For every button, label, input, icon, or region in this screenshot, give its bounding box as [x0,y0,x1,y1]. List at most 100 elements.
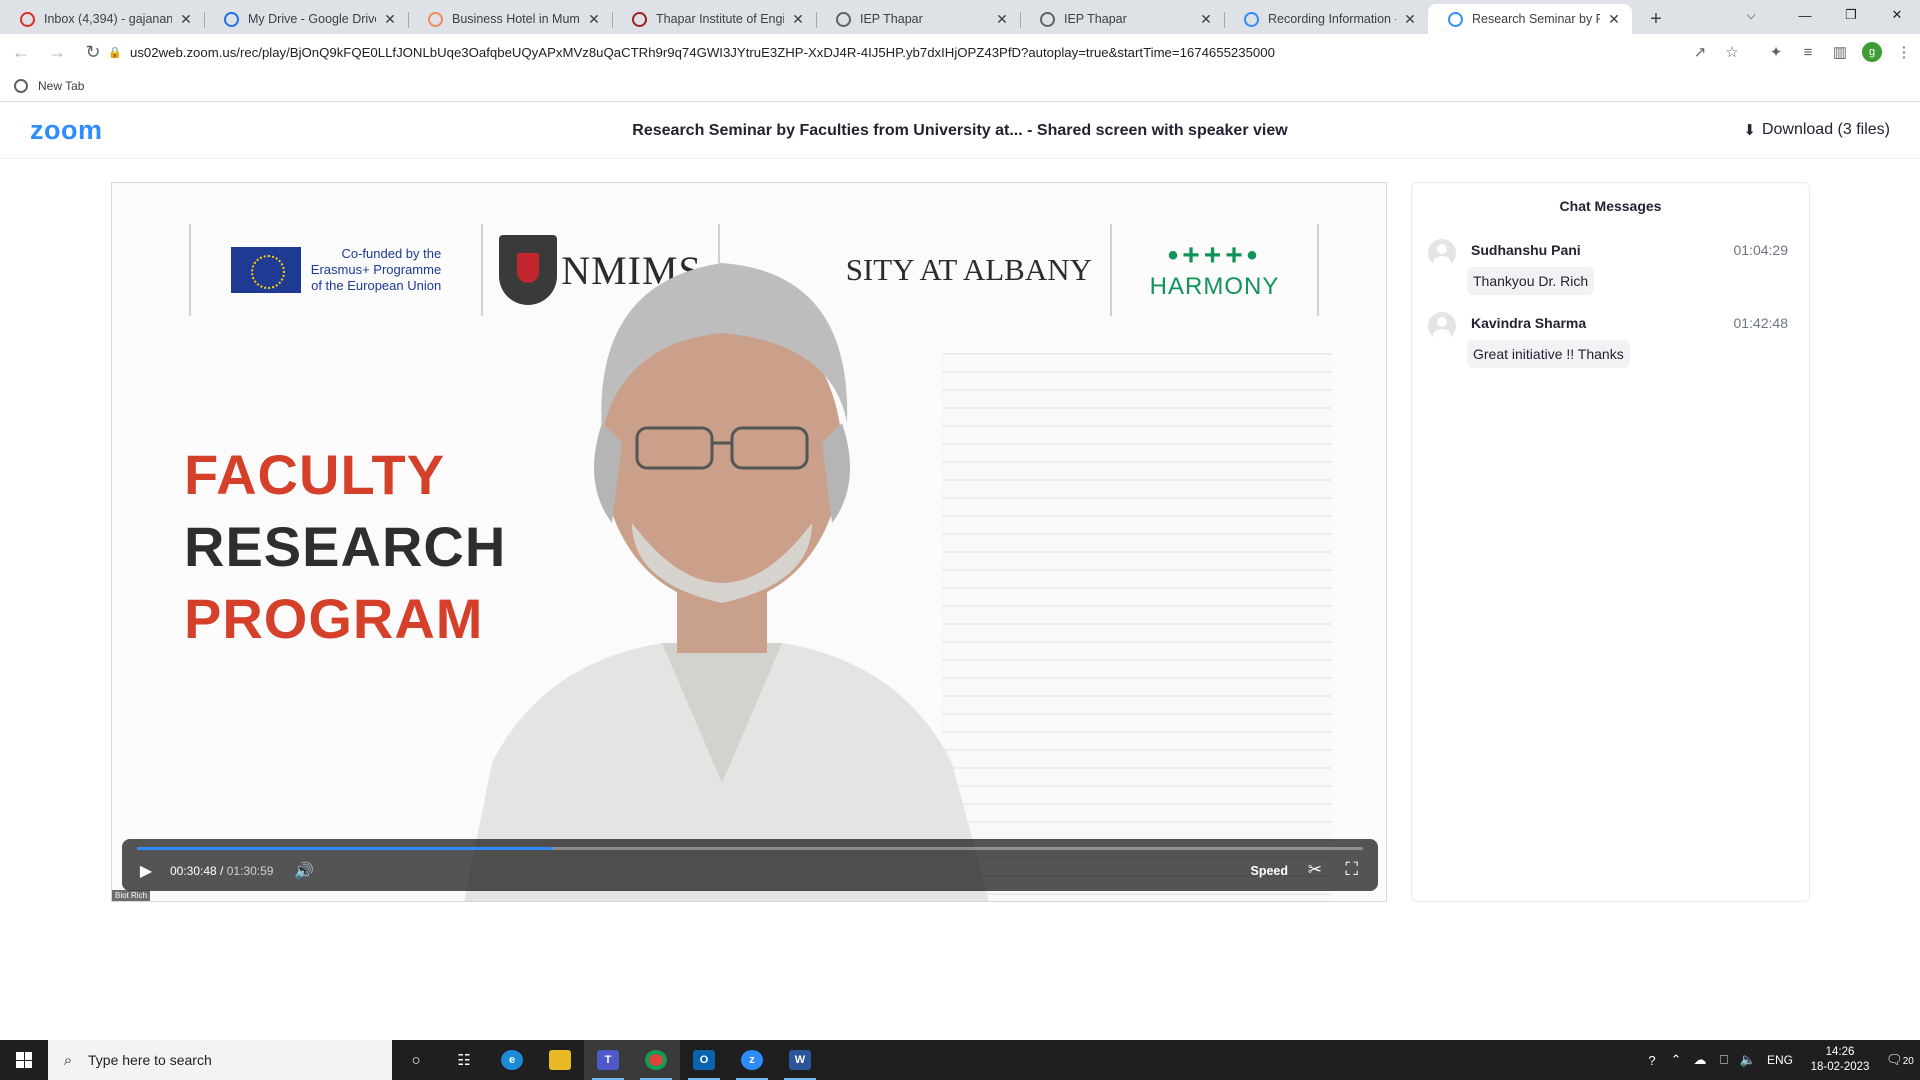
close-tab-icon[interactable]: ✕ [178,11,194,28]
outlook-icon[interactable]: O [680,1040,728,1080]
windows-logo-icon [16,1052,32,1068]
window-controls: — ❐ ✕ [1782,0,1920,30]
chat-title: Chat Messages [1559,198,1662,214]
avatar [1428,239,1456,267]
zoom-app-icon[interactable]: z [728,1040,776,1080]
globe-icon [836,11,851,27]
clock-date: 18-02-2023 [1810,1061,1870,1073]
extensions-puzzle-icon[interactable]: ✦ [1760,38,1792,66]
cortana-icon[interactable]: ○ [392,1040,440,1080]
profile-avatar[interactable]: g [1862,42,1882,62]
browser-tab[interactable]: Inbox (4,394) - gajanan.go ✕ [0,4,204,34]
download-label: Download (3 files) [1761,121,1890,138]
bookmarks-bar: New Tab [0,70,1920,102]
chat-time: 01:42:48 [1733,315,1789,331]
language-indicator[interactable]: ENG [1760,1053,1800,1067]
speaker-name-tag: Biot Rich [112,890,151,901]
tab-title: Research Seminar by Facult [1472,12,1600,26]
globe-icon [1040,11,1055,27]
progress-bar[interactable] [137,847,1363,850]
browser-tab[interactable]: Thapar Institute of Enginee ✕ [612,4,816,34]
start-button[interactable] [0,1040,48,1080]
scissors-icon[interactable]: ✂ [1308,860,1322,880]
browser-tab[interactable]: IEP Thapar ✕ [1020,4,1224,34]
chevron-up-icon[interactable]: ⌃ [1664,1052,1688,1068]
harmony-mark-icon: •+++• [1167,239,1262,272]
clock[interactable]: 14:26 18-02-2023 [1800,1045,1880,1075]
browser-toolbar: ← → ↻ 🔒 us02web.zoom.us/rec/play/BjOnQ9k… [0,34,1920,70]
minimize-icon[interactable]: — [1782,0,1828,30]
url-text: us02web.zoom.us/rec/play/BjOnQ9kFQE0LLfJ… [130,44,1275,60]
tab-search-chevron-icon[interactable]: ⌵ [1728,0,1774,30]
browser-tab[interactable]: IEP Thapar ✕ [816,4,1020,34]
system-tray: ? ⌃ ☁ ⎕ 🔈 ENG 14:26 18-02-2023 🗨20 [1640,1040,1920,1080]
side-panel-icon[interactable]: ▥ [1824,38,1856,66]
speed-button[interactable]: Speed [1250,864,1288,878]
menu-kebab-icon[interactable]: ⋮ [1888,38,1920,66]
address-bar[interactable]: 🔒 us02web.zoom.us/rec/play/BjOnQ9kFQE0LL… [108,37,1718,67]
close-tab-icon[interactable]: ✕ [382,11,398,28]
play-icon[interactable]: ▶ [136,861,156,881]
media-queue-icon[interactable]: ≡ [1792,38,1824,66]
browser-tab[interactable]: Business Hotel in Mumbai ✕ [408,4,612,34]
bookmark-new-tab[interactable]: New Tab [38,79,84,93]
chat-message: Sudhanshu Pani 01:04:29 Thankyou Dr. Ric… [1428,239,1788,305]
clock-time: 14:26 [1825,1046,1855,1058]
fullscreen-icon[interactable]: ⛶ [1345,859,1358,880]
close-tab-icon[interactable]: ✕ [790,11,806,28]
taskbar-search[interactable]: ⌕ Type here to search [48,1040,392,1080]
globe-icon [14,78,28,93]
chat-message: Kavindra Sharma 01:42:48 Great initiativ… [1428,312,1788,378]
browser-tab[interactable]: My Drive - Google Drive ✕ [204,4,408,34]
recording-title-main: Research Seminar by Faculties from Unive… [632,122,1023,139]
zoom-icon [1244,11,1259,27]
chrome-icon[interactable] [632,1040,680,1080]
back-arrow-icon[interactable]: ← [6,37,36,67]
search-placeholder: Type here to search [88,1052,212,1068]
network-icon[interactable]: ⎕ [1712,1052,1736,1068]
chat-bubble: Great initiative !! Thanks [1467,340,1630,368]
task-view-icon[interactable]: ☷ [440,1040,488,1080]
download-icon: ⬇ [1743,122,1756,139]
chat-time: 01:04:29 [1733,242,1789,258]
new-tab-button[interactable]: + [1640,4,1672,34]
avatar [1428,312,1456,340]
speaker-icon[interactable]: 🔈 [1736,1052,1760,1068]
tab-title: IEP Thapar [860,12,923,26]
video-player[interactable]: Co-funded by the Erasmus+ Programme of t… [111,182,1387,902]
restore-icon[interactable]: ❐ [1828,0,1874,30]
close-tab-icon[interactable]: ✕ [1402,11,1418,28]
reload-icon[interactable]: ↻ [78,37,108,67]
close-tab-icon[interactable]: ✕ [994,11,1010,28]
forward-arrow-icon[interactable]: → [42,37,72,67]
edge-icon[interactable]: e [488,1040,536,1080]
close-tab-icon[interactable]: ✕ [586,11,602,28]
file-explorer-icon[interactable] [536,1040,584,1080]
browser-tab-strip: Inbox (4,394) - gajanan.go✕My Drive - Go… [0,0,1920,34]
teams-icon[interactable]: T [584,1040,632,1080]
close-tab-icon[interactable]: ✕ [1606,11,1622,28]
share-icon[interactable]: ↗ [1684,38,1716,66]
onedrive-icon[interactable]: ☁ [1688,1052,1712,1068]
download-button[interactable]: ⬇ Download (3 files) [1743,121,1890,139]
word-icon[interactable]: W [776,1040,824,1080]
chat-sender: Sudhanshu Pani [1471,242,1581,258]
zoom-icon [1448,11,1463,27]
browser-tab[interactable]: Recording Information - Zo ✕ [1224,4,1428,34]
volume-icon[interactable]: 🔊 [294,861,314,881]
browser-tab[interactable]: Research Seminar by Facult ✕ [1428,4,1632,34]
gmail-icon [20,11,35,27]
thapar-icon [632,11,647,27]
notification-center-icon[interactable]: 🗨20 [1880,1052,1920,1068]
close-window-icon[interactable]: ✕ [1874,0,1920,30]
help-icon[interactable]: ? [1640,1053,1664,1068]
tab-title: Business Hotel in Mumbai [452,12,580,26]
bookmark-star-icon[interactable]: ☆ [1716,38,1748,66]
close-tab-icon[interactable]: ✕ [1198,11,1214,28]
hotel-icon [428,11,443,27]
speaker-figure [464,263,989,901]
harmony-name: HARMONY [1149,273,1280,300]
time-display: 00:30:48 / 01:30:59 [170,864,274,878]
recording-title: Research Seminar by Faculties from Unive… [0,122,1920,140]
tab-title: Recording Information - Zo [1268,12,1396,26]
